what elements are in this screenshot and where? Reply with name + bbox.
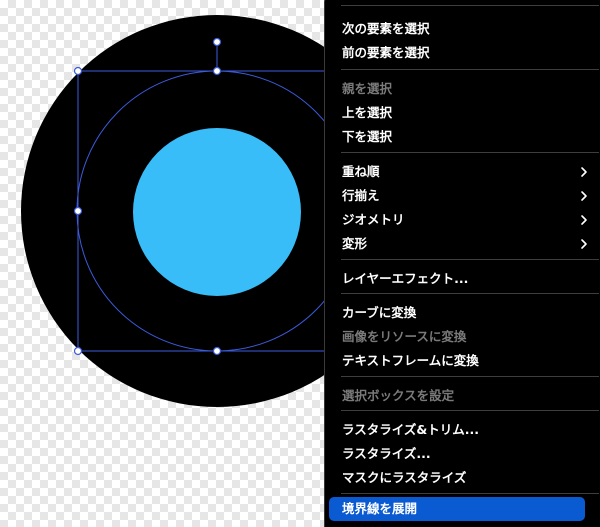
menu-item-label: 変形 [342,236,368,251]
menu-separator [341,152,599,153]
design-canvas[interactable]: 次の要素を選択 前の要素を選択 親を選択 上を選択 下を選択 重ね順 行揃え ジ… [0,0,600,527]
menu-item-select-below[interactable]: 下を選択 [329,125,585,149]
chevron-right-icon [581,167,587,177]
menu-item-label: 行揃え [342,188,380,203]
menu-separator [341,376,599,377]
menu-item-arrange[interactable]: 重ね順 [329,160,587,184]
menu-item-transform[interactable]: 変形 [329,232,587,256]
rotation-handle[interactable] [212,37,222,47]
menu-separator [341,293,599,294]
chevron-right-icon [581,239,587,249]
menu-item-convert-to-text-frame[interactable]: テキストフレームに変換 [329,349,585,373]
menu-separator [341,259,599,260]
menu-item-layer-effects[interactable]: レイヤーエフェクト... [329,267,585,291]
menu-item-convert-image-to-resource[interactable]: 画像をリソースに変換 [329,325,585,349]
menu-item-label: ジオメトリ [342,212,405,227]
menu-item-select-parent[interactable]: 親を選択 [329,77,585,101]
menu-item-convert-to-curves[interactable]: カーブに変換 [329,301,585,325]
menu-item-set-selection-box[interactable]: 選択ボックスを設定 [329,384,585,408]
resize-handle-top-left[interactable] [73,66,83,76]
menu-item-select-previous[interactable]: 前の要素を選択 [329,41,585,65]
menu-separator [341,5,599,6]
menu-item-select-above[interactable]: 上を選択 [329,101,585,125]
menu-separator [341,69,599,70]
menu-item-rasterize[interactable]: ラスタライズ... [329,442,585,466]
chevron-right-icon [581,215,587,225]
menu-item-label: 重ね順 [342,164,380,179]
menu-separator [341,410,599,411]
resize-handle-left[interactable] [73,206,83,216]
menu-item-select-next[interactable]: 次の要素を選択 [329,17,585,41]
menu-item-rasterize-to-mask[interactable]: マスクにラスタライズ [329,466,585,490]
resize-handle-bottom[interactable] [212,346,222,356]
resize-handle-top[interactable] [212,66,222,76]
menu-separator [341,493,599,494]
context-menu: 次の要素を選択 前の要素を選択 親を選択 上を選択 下を選択 重ね順 行揃え ジ… [324,0,600,527]
inner-circle-shape[interactable] [133,128,301,296]
menu-item-geometry[interactable]: ジオメトリ [329,208,587,232]
menu-item-rasterize-and-trim[interactable]: ラスタライズ&トリム... [329,418,585,442]
menu-item-align[interactable]: 行揃え [329,184,587,208]
menu-item-expand-stroke[interactable]: 境界線を展開 [329,497,585,521]
chevron-right-icon [581,191,587,201]
resize-handle-bottom-left[interactable] [73,346,83,356]
